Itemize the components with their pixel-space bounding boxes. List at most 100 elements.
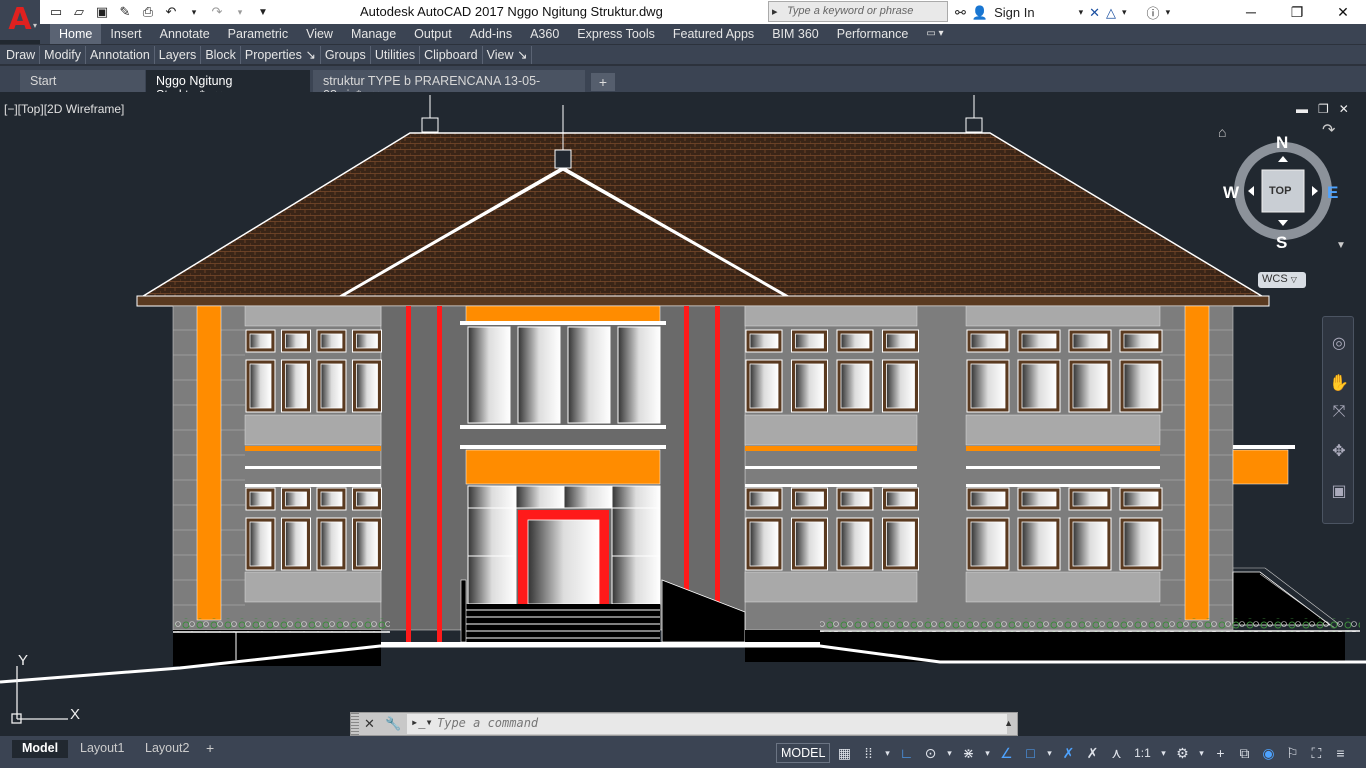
isodraft-dropdown-icon[interactable]: ▾ [982, 748, 992, 759]
open-icon[interactable]: ▱ [69, 3, 89, 21]
tab-a360[interactable]: A360 [521, 24, 568, 44]
zoom-extents-icon[interactable]: ⤧ [1327, 403, 1351, 427]
add-icon[interactable]: + [1210, 745, 1230, 761]
undo-icon[interactable]: ↶ [161, 3, 181, 21]
application-menu-button[interactable]: A ▾ [0, 0, 40, 40]
panel-utilities[interactable]: Utilities [371, 45, 421, 64]
command-prompt-icon[interactable]: ▸_▾ [411, 715, 433, 729]
tab-add-ins[interactable]: Add-ins [461, 24, 521, 44]
hardware-acceleration-icon[interactable]: ◉ [1258, 745, 1278, 762]
tab-insert[interactable]: Insert [101, 24, 150, 44]
close-icon[interactable]: ✕ [1320, 0, 1366, 24]
panel-clipboard[interactable]: Clipboard [420, 45, 483, 64]
viewcube[interactable]: TOP N S W E [1223, 133, 1338, 252]
home-icon[interactable]: ⌂ [1218, 124, 1226, 140]
close-command-line-icon[interactable]: ✕ [364, 716, 375, 732]
compass-north[interactable]: N [1276, 133, 1288, 153]
ortho-icon[interactable]: ∟ [896, 745, 916, 761]
panel-properties[interactable]: Properties ↘ [241, 45, 321, 64]
workspace-dropdown-icon[interactable]: ▾ [1196, 748, 1206, 759]
new-layout-button[interactable]: + [200, 740, 221, 758]
customization-menu-icon[interactable]: ≡ [1330, 745, 1350, 761]
layout-tab-model[interactable]: Model [12, 740, 69, 758]
tab-parametric[interactable]: Parametric [219, 24, 297, 44]
model-space-button[interactable]: MODEL [776, 743, 831, 763]
polar-dropdown-icon[interactable]: ▾ [944, 748, 954, 759]
viewport-minimize-icon[interactable]: ▬ [1296, 102, 1308, 116]
osnap-dropdown-icon[interactable]: ▾ [1044, 748, 1054, 759]
panel-block[interactable]: Block [201, 45, 241, 64]
panel-layers[interactable]: Layers [155, 45, 202, 64]
lock-ui-icon[interactable]: ⚐ [1282, 745, 1302, 762]
help-icon[interactable]: ⓘ [1147, 3, 1160, 22]
sign-in-dropdown-icon[interactable]: ▾ [1079, 7, 1084, 18]
drawing-canvas[interactable] [0, 92, 1366, 736]
panel-groups[interactable]: Groups [321, 45, 371, 64]
layout-tab-layout1[interactable]: Layout1 [70, 740, 135, 758]
print-icon[interactable]: ⎙ [138, 3, 158, 21]
help-dropdown-icon[interactable]: ▾ [1166, 7, 1171, 18]
compass-west[interactable]: W [1223, 183, 1239, 203]
restore-icon[interactable]: ❐ [1274, 0, 1320, 24]
viewcube-face-top[interactable]: TOP [1269, 185, 1291, 197]
new-tab-button[interactable]: + [591, 73, 615, 91]
grid-icon[interactable]: ▦ [834, 745, 854, 762]
binoculars-icon[interactable]: ⚯ [955, 5, 966, 21]
command-history-icon[interactable]: ▲ [1004, 718, 1013, 728]
sign-in-link[interactable]: Sign In [994, 5, 1034, 20]
orbit-icon[interactable]: ✥ [1327, 441, 1351, 465]
viewport-close-icon[interactable]: ✕ [1339, 102, 1349, 116]
snap-dropdown-icon[interactable]: ▾ [882, 748, 892, 759]
workspace-gear-icon[interactable]: ⚙ [1172, 745, 1192, 762]
redo-icon[interactable]: ↷ [207, 3, 227, 21]
snap-icon[interactable]: ⁞⁞ [858, 745, 878, 761]
annotation-visibility-icon[interactable]: ✗ [1058, 745, 1078, 762]
auto-scale-icon[interactable]: ✗ [1082, 745, 1102, 762]
tab-output[interactable]: Output [405, 24, 461, 44]
isolate-objects-icon[interactable]: ⧉ [1234, 745, 1254, 762]
polar-tracking-icon[interactable]: ⊙ [920, 745, 940, 762]
save-as-icon[interactable]: ✎ [115, 3, 135, 21]
tab-featured-apps[interactable]: Featured Apps [664, 24, 763, 44]
save-icon[interactable]: ▣ [92, 3, 112, 21]
command-line-grip[interactable] [351, 713, 359, 735]
a360-dropdown-icon[interactable]: ▾ [1122, 7, 1127, 18]
isodraft-icon[interactable]: ⋇ [958, 745, 978, 762]
viewport-restore-icon[interactable]: ❐ [1318, 102, 1329, 116]
tab-express-tools[interactable]: Express Tools [568, 24, 664, 44]
steering-wheel-icon[interactable]: ◎ [1327, 333, 1351, 357]
panel-annotation[interactable]: Annotation [86, 45, 155, 64]
new-icon[interactable]: ▭ [46, 3, 66, 21]
clean-screen-icon[interactable]: ⛶ [1306, 745, 1326, 762]
object-snap-tracking-icon[interactable]: ∠ [996, 745, 1016, 762]
tab-manage[interactable]: Manage [342, 24, 405, 44]
exchange-apps-icon[interactable]: ✕ [1089, 5, 1100, 21]
panel-view[interactable]: View ↘ [483, 45, 533, 64]
viewport-controls-label[interactable]: [−][Top][2D Wireframe] [4, 102, 124, 116]
command-input[interactable]: ▸_▾ Type a command [407, 714, 1007, 734]
file-tab-struktur[interactable]: struktur TYPE b PRARENCANA 13-05-08.zip*… [313, 70, 585, 102]
showmotion-icon[interactable]: ▣ [1327, 481, 1351, 505]
file-tab-nggo-ngitung[interactable]: Nggo Ngitung Struktur*✕ [146, 70, 310, 102]
compass-south[interactable]: S [1276, 233, 1287, 253]
compass-east[interactable]: E [1327, 183, 1338, 203]
annotation-scale-icon[interactable]: ⋏ [1106, 745, 1126, 762]
ribbon-minimize-icon[interactable]: ▭ ▾ [917, 24, 952, 44]
scale-dropdown-icon[interactable]: ▾ [1158, 748, 1168, 759]
minimize-icon[interactable]: ─ [1228, 0, 1274, 24]
panel-modify[interactable]: Modify [40, 45, 86, 64]
pan-hand-icon[interactable]: ✋ [1327, 373, 1351, 397]
tab-view[interactable]: View [297, 24, 342, 44]
customize-icon[interactable]: 🔧 [385, 716, 401, 732]
tab-home[interactable]: Home [50, 24, 102, 44]
annotation-scale-value[interactable]: 1:1 [1130, 746, 1154, 760]
customize-qat-icon[interactable]: ▼ [253, 3, 273, 21]
layout-tab-layout2[interactable]: Layout2 [135, 740, 200, 758]
undo-dropdown-icon[interactable]: ▾ [184, 3, 204, 21]
search-expand-icon[interactable]: ▸ [772, 5, 778, 18]
search-input[interactable]: ▸ Type a keyword or phrase [768, 1, 948, 22]
tab-bim-360[interactable]: BIM 360 [763, 24, 828, 44]
tab-performance[interactable]: Performance [828, 24, 918, 44]
redo-dropdown-icon[interactable]: ▾ [230, 3, 250, 21]
viewcube-menu-icon[interactable]: ▼ [1336, 240, 1346, 251]
